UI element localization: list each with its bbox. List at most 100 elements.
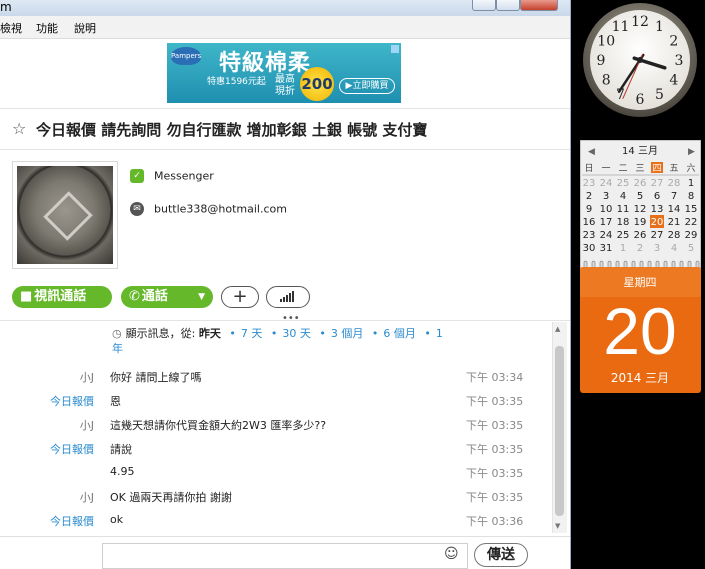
next-month-arrow-icon[interactable]: ▶: [688, 147, 695, 157]
calendar-day[interactable]: 19: [634, 217, 647, 228]
send-button[interactable]: 傳送: [474, 543, 528, 567]
video-call-button[interactable]: ■ 視訊通話: [12, 286, 112, 308]
calendar-day[interactable]: 24: [600, 178, 613, 189]
message-text: 恩: [110, 395, 121, 408]
calendar-day[interactable]: 26: [634, 178, 647, 189]
calendar-day[interactable]: 4: [620, 191, 626, 202]
calendar-day[interactable]: 26: [634, 230, 647, 241]
calendar-day[interactable]: 20: [651, 217, 664, 228]
clock-numeral: 6: [636, 92, 645, 108]
calendar-day[interactable]: 7: [671, 191, 677, 202]
emoticon-icon[interactable]: ☺: [444, 546, 459, 562]
history-option-30d[interactable]: 30 天: [282, 327, 311, 340]
calendar-day[interactable]: 11: [617, 204, 630, 215]
calendar-day[interactable]: 5: [637, 191, 643, 202]
maximize-button[interactable]: [496, 0, 520, 11]
history-option-3m[interactable]: 3 個月: [331, 327, 364, 340]
minimize-button[interactable]: [472, 0, 496, 11]
ad-choices-icon[interactable]: [391, 45, 399, 53]
calendar-day[interactable]: 30: [583, 243, 596, 254]
weekday-label: 三: [635, 164, 644, 174]
calendar-day[interactable]: 23: [583, 230, 596, 241]
message-input[interactable]: [109, 547, 433, 565]
calendar-day[interactable]: 27: [651, 178, 664, 189]
calendar-day[interactable]: 16: [583, 217, 596, 228]
calendar-day[interactable]: 23: [583, 178, 596, 189]
call-quality-button[interactable]: [266, 286, 310, 308]
clock-numeral: 10: [597, 34, 615, 50]
calendar-day[interactable]: 8: [688, 191, 694, 202]
calendar-day[interactable]: 25: [617, 178, 630, 189]
message-sender[interactable]: 今日報價: [50, 513, 94, 529]
message-sender[interactable]: 今日報價: [50, 393, 94, 409]
menu-view[interactable]: 檢視: [0, 20, 22, 36]
calendar-gadget[interactable]: ◀ ▶ 14 三月 日一二三四五六 23 24 25 26 27 28 1 2 3 4 5 6 7 8 9 10…: [579, 139, 702, 394]
message-row: 小J OK 過兩天再請你拍 謝謝 下午 03:35: [0, 487, 545, 505]
contact-email[interactable]: buttle338@hotmail.com: [154, 203, 287, 216]
scroll-up-arrow-icon[interactable]: ▲: [555, 325, 560, 333]
message-sender[interactable]: 今日報價: [50, 441, 94, 457]
calendar-day[interactable]: 29: [685, 230, 698, 241]
message-row: 今日報價 請說 下午 03:35: [0, 439, 545, 457]
call-button[interactable]: ✆ 通話 ▼: [121, 286, 213, 308]
calendar-day[interactable]: 12: [634, 204, 647, 215]
resize-handle-icon[interactable]: •••: [282, 313, 300, 324]
contact-avatar[interactable]: [12, 161, 118, 269]
calendar-day[interactable]: 27: [651, 230, 664, 241]
calendar-day[interactable]: 9: [586, 204, 592, 215]
title-bar: m: [0, 0, 570, 16]
ad-cta-button[interactable]: ▶立即購買: [339, 78, 395, 94]
add-people-button[interactable]: +: [221, 286, 259, 308]
call-label: 通話: [141, 289, 168, 304]
calendar-day[interactable]: 28: [668, 230, 681, 241]
calendar-day[interactable]: 18: [617, 217, 630, 228]
message-sender[interactable]: 小J: [80, 489, 94, 505]
calendar-day[interactable]: 24: [600, 230, 613, 241]
history-option-6m[interactable]: 6 個月: [383, 327, 416, 340]
calendar-day[interactable]: 6: [654, 191, 660, 202]
message-time: 下午 03:35: [466, 443, 524, 456]
calendar-day[interactable]: 10: [600, 204, 613, 215]
close-button[interactable]: [520, 0, 558, 11]
favorite-star-icon[interactable]: ☆: [12, 119, 26, 138]
call-dropdown-chevron-icon[interactable]: ▼: [198, 286, 205, 308]
calendar-day[interactable]: 28: [668, 178, 681, 189]
menu-features[interactable]: 功能: [36, 20, 58, 36]
window-title: m: [0, 0, 12, 14]
calendar-day[interactable]: 15: [685, 204, 698, 215]
calendar-day[interactable]: 13: [651, 204, 664, 215]
ad-banner[interactable]: Pampers 特級棉柔 特惠1596元起 最高現折 200 ▶立即購買: [167, 43, 401, 103]
messenger-label: Messenger: [154, 169, 214, 183]
message-composer[interactable]: [102, 543, 468, 569]
message-sender[interactable]: 小J: [80, 369, 94, 385]
clock-numeral: 8: [602, 73, 611, 89]
calendar-day[interactable]: 1: [688, 178, 694, 189]
calendar-day[interactable]: 31: [600, 243, 613, 254]
calendar-day[interactable]: 1: [620, 243, 626, 254]
weekday-label: 二: [618, 164, 627, 174]
calendar-day[interactable]: 17: [600, 217, 613, 228]
message-scrollbar[interactable]: ▲ ▼: [552, 322, 567, 533]
history-option-7d[interactable]: 7 天: [241, 327, 263, 340]
scroll-thumb[interactable]: [555, 346, 564, 516]
menu-help[interactable]: 說明: [74, 20, 96, 36]
message-text: OK 過兩天再請你拍 謝謝: [110, 491, 232, 504]
calendar-day[interactable]: 21: [668, 217, 681, 228]
calendar-day[interactable]: 3: [654, 243, 660, 254]
calendar-day[interactable]: 14: [668, 204, 681, 215]
calendar-day[interactable]: 3: [603, 191, 609, 202]
history-prefix: 顯示訊息，從:: [125, 327, 196, 340]
calendar-day[interactable]: 4: [671, 243, 677, 254]
video-camera-icon: ■: [20, 289, 33, 304]
scroll-down-arrow-icon[interactable]: ▼: [555, 522, 560, 530]
calendar-day[interactable]: 2: [637, 243, 643, 254]
message-row: 4.95 下午 03:35: [0, 463, 545, 481]
calendar-day[interactable]: 2: [586, 191, 592, 202]
calendar-day[interactable]: 25: [617, 230, 630, 241]
clock-gadget[interactable]: 12 1 2 3 4 5 6 7 8 9 10 11: [580, 2, 700, 120]
message-sender[interactable]: 小J: [80, 417, 94, 433]
calendar-day[interactable]: 22: [685, 217, 698, 228]
message-text: 這幾天想請你代買金額大約2W3 匯率多少??: [110, 419, 327, 432]
calendar-day[interactable]: 5: [688, 243, 694, 254]
prev-month-arrow-icon[interactable]: ◀: [588, 147, 595, 157]
